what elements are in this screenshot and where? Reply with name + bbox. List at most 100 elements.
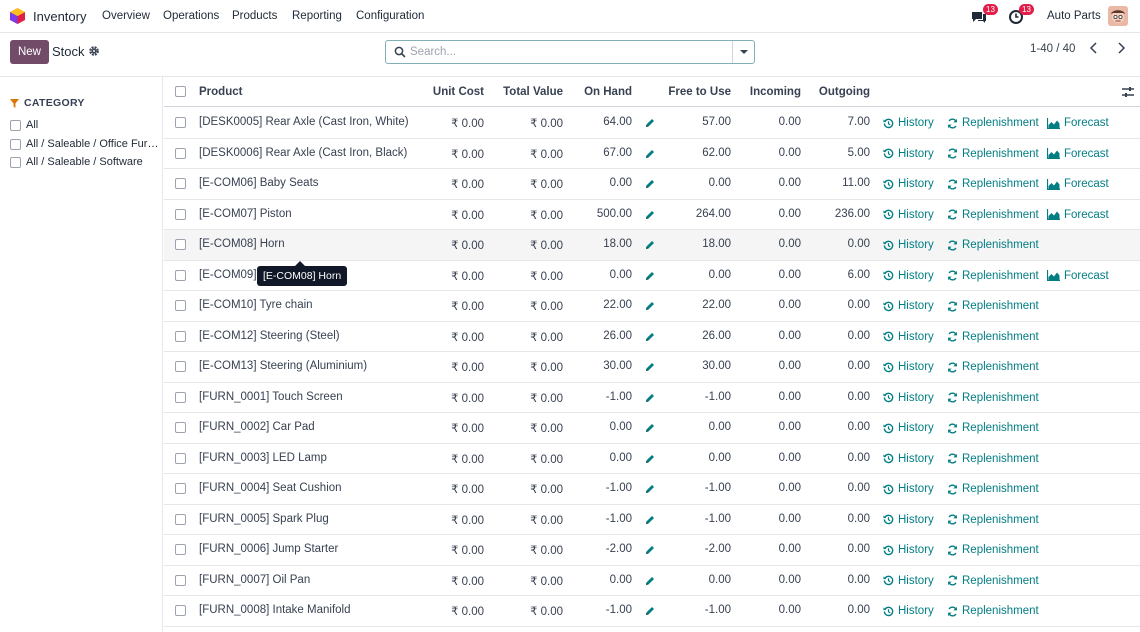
menu-overview[interactable]: Overview xyxy=(102,10,150,22)
messages-button[interactable]: 13 xyxy=(971,4,998,25)
checkbox[interactable] xyxy=(10,156,21,168)
replenishment-button[interactable]: Replenishment xyxy=(947,483,1039,495)
row-checkbox[interactable] xyxy=(175,269,186,281)
table-row[interactable]: [FURN_0001] Touch Screen ₹ 0.00 ₹ 0.00 -1.0… xyxy=(164,383,1140,413)
cell-product[interactable]: [DESK0005] Rear Axle (Cast Iron, White) xyxy=(199,116,409,128)
cell-product[interactable]: [FURN_0003] LED Lamp xyxy=(199,452,327,464)
pencil-icon[interactable] xyxy=(645,332,655,342)
history-button[interactable]: History xyxy=(883,544,934,556)
history-button[interactable]: History xyxy=(883,453,934,465)
row-checkbox[interactable] xyxy=(175,452,186,464)
replenishment-button[interactable]: Replenishment xyxy=(947,209,1039,221)
pencil-icon[interactable] xyxy=(645,606,655,616)
table-row[interactable]: [FURN_0005] Spark Plug ₹ 0.00 ₹ 0.00 -1.00 -… xyxy=(164,505,1140,535)
row-checkbox[interactable] xyxy=(175,361,186,372)
history-button[interactable]: History xyxy=(883,605,934,617)
table-row[interactable]: [E-COM10] Tyre chain ₹ 0.00 ₹ 0.00 22.00 22.… xyxy=(164,291,1140,322)
table-row[interactable]: [FURN_0003] LED Lamp ₹ 0.00 ₹ 0.00 0.00 0.00… xyxy=(164,444,1140,474)
row-checkbox[interactable] xyxy=(175,147,186,159)
history-button[interactable]: History xyxy=(883,514,934,526)
row-checkbox[interactable] xyxy=(175,391,186,403)
table-row[interactable]: [DESK0006] Rear Axle (Cast Iron, Black) ₹… xyxy=(164,139,1140,169)
chevron-left-icon[interactable] xyxy=(1087,41,1101,55)
pencil-icon[interactable] xyxy=(645,423,655,433)
menu-configuration[interactable]: Configuration xyxy=(356,10,424,22)
pencil-icon[interactable] xyxy=(645,576,655,586)
table-row[interactable]: [E-COM12] Steering (Steel) ₹ 0.00 ₹ 0.00 26… xyxy=(164,322,1140,352)
search-input[interactable] xyxy=(410,43,730,61)
row-checkbox[interactable] xyxy=(175,574,186,586)
row-checkbox[interactable] xyxy=(175,117,186,128)
table-row[interactable]: [E-COM07] Piston ₹ 0.00 ₹ 0.00 500.00 264.00… xyxy=(164,200,1140,230)
optional-columns-icon[interactable] xyxy=(1122,86,1134,98)
cell-product[interactable]: [FURN_0005] Spark Plug xyxy=(199,513,329,525)
row-checkbox[interactable] xyxy=(175,513,186,525)
company-switcher[interactable]: Auto Parts xyxy=(1047,10,1101,22)
row-checkbox[interactable] xyxy=(175,239,186,250)
category-item-software[interactable]: All / Saleable / Software xyxy=(10,154,162,170)
history-button[interactable]: History xyxy=(883,575,934,587)
replenishment-button[interactable]: Replenishment xyxy=(947,148,1039,160)
cell-product[interactable]: [E-COM12] Steering (Steel) xyxy=(199,330,340,342)
header-total-value[interactable]: Total Value xyxy=(503,86,563,98)
pencil-icon[interactable] xyxy=(645,301,655,311)
pencil-icon[interactable] xyxy=(645,515,655,525)
replenishment-button[interactable]: Replenishment xyxy=(947,453,1039,465)
replenishment-button[interactable]: Replenishment xyxy=(947,239,1039,251)
table-row[interactable]: [FURN_0008] Intake Manifold ₹ 0.00 ₹ 0.00 -… xyxy=(164,596,1140,627)
pencil-icon[interactable] xyxy=(645,240,655,250)
row-checkbox[interactable] xyxy=(175,300,186,311)
menu-operations[interactable]: Operations xyxy=(163,10,219,22)
row-checkbox[interactable] xyxy=(175,544,186,555)
table-row[interactable]: [E-COM08] Horn ₹ 0.00 ₹ 0.00 18.00 18.00 0.00… xyxy=(164,230,1140,261)
table-row[interactable]: [E-COM13] Steering (Aluminium) ₹ 0.00 ₹ 0.… xyxy=(164,352,1140,383)
history-button[interactable]: History xyxy=(883,392,934,404)
history-button[interactable]: History xyxy=(883,361,934,373)
history-button[interactable]: History xyxy=(883,178,934,190)
checkbox[interactable] xyxy=(10,138,21,150)
cell-product[interactable]: [E-COM08] Horn xyxy=(199,238,285,250)
pencil-icon[interactable] xyxy=(645,454,655,464)
replenishment-button[interactable]: Replenishment xyxy=(947,422,1039,434)
forecast-button[interactable]: Forecast xyxy=(1047,117,1109,129)
table-row[interactable]: [FURN_0006] Jump Starter ₹ 0.00 ₹ 0.00 -2.0… xyxy=(164,535,1140,566)
history-button[interactable]: History xyxy=(883,331,934,343)
search-bar[interactable] xyxy=(385,40,755,64)
user-avatar[interactable] xyxy=(1108,6,1128,26)
replenishment-button[interactable]: Replenishment xyxy=(947,361,1039,373)
forecast-button[interactable]: Forecast xyxy=(1047,178,1109,190)
table-row[interactable]: [FURN_0004] Seat Cushion ₹ 0.00 ₹ 0.00 -1.0… xyxy=(164,474,1140,505)
pencil-icon[interactable] xyxy=(645,393,655,403)
cell-product[interactable]: [FURN_0007] Oil Pan xyxy=(199,574,310,586)
cell-product[interactable]: [FURN_0001] Touch Screen xyxy=(199,391,343,403)
pencil-icon[interactable] xyxy=(645,210,655,220)
new-button[interactable]: New xyxy=(10,40,49,64)
header-free-to-use[interactable]: Free to Use xyxy=(668,86,731,98)
activities-button[interactable]: 13 xyxy=(1009,4,1034,25)
row-checkbox[interactable] xyxy=(175,483,186,494)
cell-product[interactable]: [FURN_0002] Car Pad xyxy=(199,421,315,433)
history-button[interactable]: History xyxy=(883,209,934,221)
table-row[interactable]: [E-COM06] Baby Seats ₹ 0.00 ₹ 0.00 0.00 0.00… xyxy=(164,169,1140,200)
pencil-icon[interactable] xyxy=(645,362,655,372)
replenishment-button[interactable]: Replenishment xyxy=(947,575,1039,587)
replenishment-button[interactable]: Replenishment xyxy=(947,270,1039,282)
pencil-icon[interactable] xyxy=(645,484,655,494)
history-button[interactable]: History xyxy=(883,117,934,129)
pencil-icon[interactable] xyxy=(645,118,655,128)
menu-reporting[interactable]: Reporting xyxy=(292,10,342,22)
cell-product[interactable]: [E-COM13] Steering (Aluminium) xyxy=(199,360,367,372)
menu-products[interactable]: Products xyxy=(232,10,277,22)
replenishment-button[interactable]: Replenishment xyxy=(947,117,1039,129)
header-unit-cost[interactable]: Unit Cost xyxy=(433,86,484,98)
history-button[interactable]: History xyxy=(883,300,934,312)
history-button[interactable]: History xyxy=(883,270,934,282)
history-button[interactable]: History xyxy=(883,422,934,434)
row-checkbox[interactable] xyxy=(175,330,186,342)
cell-product[interactable]: [E-COM09] xyxy=(199,269,257,281)
replenishment-button[interactable]: Replenishment xyxy=(947,392,1039,404)
history-button[interactable]: History xyxy=(883,483,934,495)
header-incoming[interactable]: Incoming xyxy=(750,86,801,98)
table-row[interactable]: [DESK0005] Rear Axle (Cast Iron, White) ₹… xyxy=(164,108,1140,139)
row-checkbox[interactable] xyxy=(175,208,186,220)
